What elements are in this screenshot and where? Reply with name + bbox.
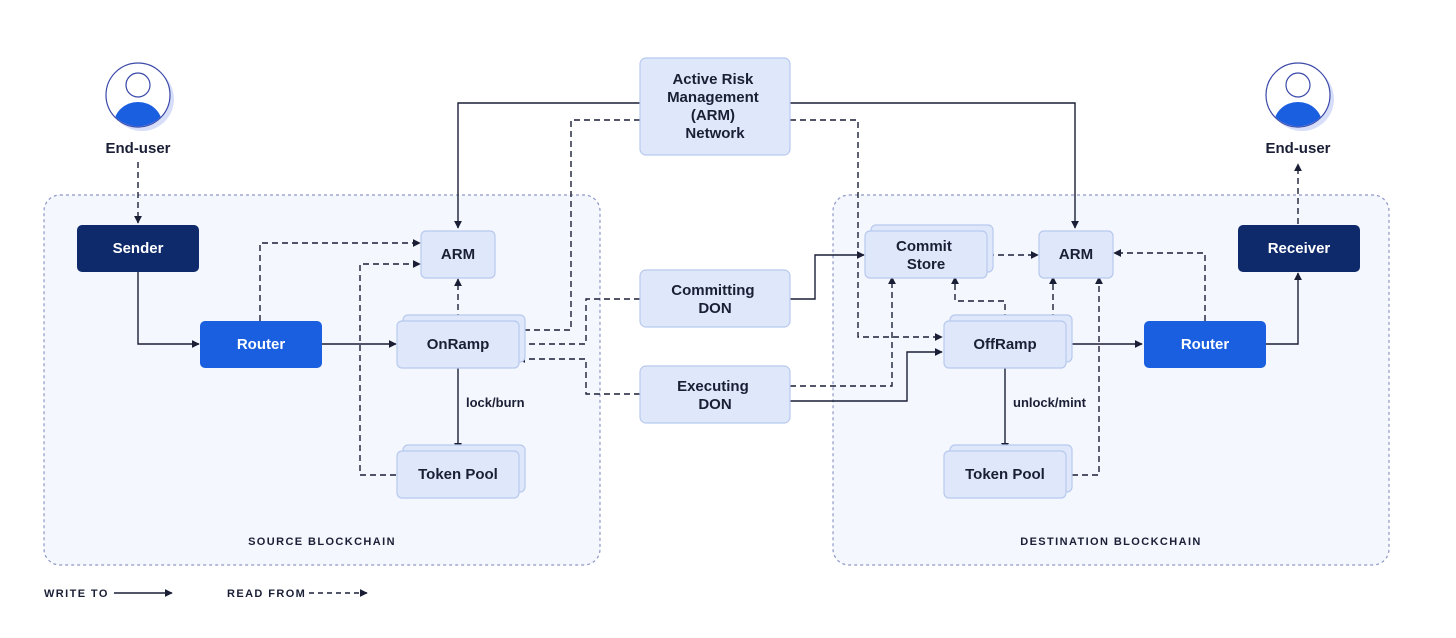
arm-label: ARM [441, 246, 475, 263]
arm-network-node[interactable]: Active Risk Management (ARM) Network [639, 57, 791, 156]
token-pool-label: Token Pool [418, 466, 498, 483]
source-end-user: End-user [105, 62, 174, 157]
source-blockchain-label: SOURCE BLOCKCHAIN [248, 536, 396, 548]
legend-write-to-label: WRITE TO [44, 588, 109, 600]
legend: WRITE TO READ FROM [44, 588, 368, 600]
sender-label: Sender [113, 240, 164, 257]
committing-don-node[interactable]: Committing DON [639, 269, 791, 328]
executing-don-node[interactable]: Executing DON [639, 365, 791, 424]
source-arm-node[interactable]: ARM [420, 230, 496, 279]
user-avatar-icon [1265, 62, 1334, 131]
destination-end-user: End-user [1265, 62, 1334, 157]
legend-write-to: WRITE TO [44, 588, 173, 600]
destination-router-node[interactable]: Router [1144, 321, 1266, 368]
legend-read-from-label: READ FROM [227, 588, 306, 600]
onramp-node[interactable]: OnRamp [396, 314, 526, 369]
onramp-label: OnRamp [427, 336, 490, 353]
offramp-node[interactable]: OffRamp [943, 314, 1073, 369]
destination-blockchain-label: DESTINATION BLOCKCHAIN [1020, 536, 1202, 548]
commit-store-node[interactable]: Commit Store [864, 224, 994, 279]
router-label: Router [237, 336, 285, 353]
destination-token-pool-node[interactable]: Token Pool [943, 444, 1073, 499]
receiver-label: Receiver [1268, 240, 1331, 257]
ccip-architecture-diagram: SOURCE BLOCKCHAIN DESTINATION BLOCKCHAIN [43, 57, 1390, 600]
receiver-node[interactable]: Receiver [1238, 225, 1360, 272]
token-pool-label: Token Pool [965, 466, 1045, 483]
legend-read-from: READ FROM [227, 588, 368, 600]
destination-arm-node[interactable]: ARM [1038, 230, 1114, 279]
sender-node[interactable]: Sender [77, 225, 199, 272]
lock-burn-label: lock/burn [466, 395, 525, 410]
end-user-label: End-user [105, 140, 170, 157]
unlock-mint-label: unlock/mint [1013, 395, 1087, 410]
source-token-pool-node[interactable]: Token Pool [396, 444, 526, 499]
user-avatar-icon [105, 62, 174, 131]
router-label: Router [1181, 336, 1229, 353]
offramp-label: OffRamp [973, 336, 1036, 353]
source-router-node[interactable]: Router [200, 321, 322, 368]
arm-label: ARM [1059, 246, 1093, 263]
end-user-label: End-user [1265, 140, 1330, 157]
